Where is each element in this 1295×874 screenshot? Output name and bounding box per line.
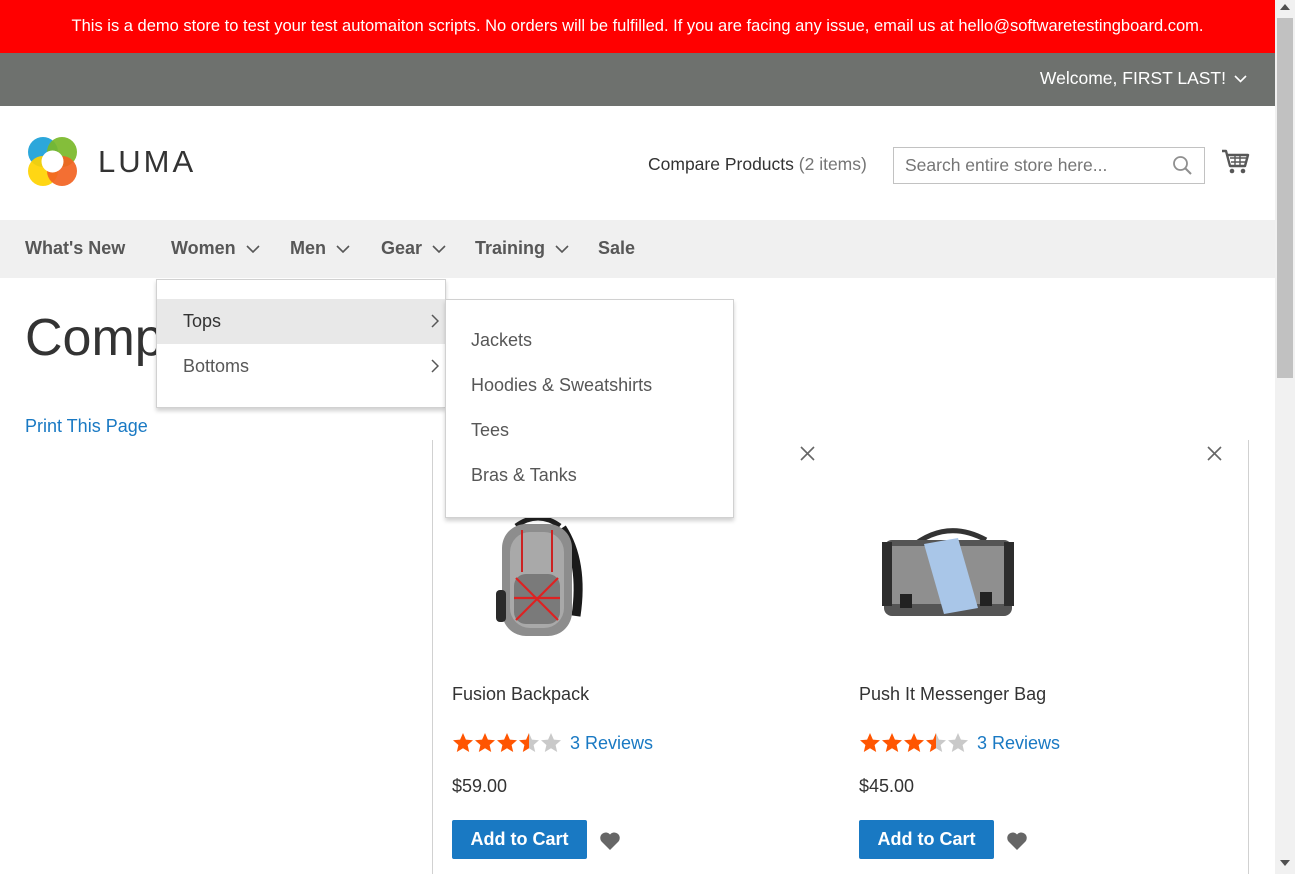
reviews-link[interactable]: 3 Reviews (977, 733, 1060, 754)
compare-products-link[interactable]: Compare Products (2 items) (648, 154, 867, 175)
customer-welcome-menu[interactable]: Welcome, FIRST LAST! (1040, 68, 1247, 89)
submenu-item-tops[interactable]: Tops (157, 299, 445, 344)
submenu-label: Bottoms (183, 356, 250, 376)
demo-notice-banner: This is a demo store to test your test a… (0, 0, 1275, 53)
luma-logo[interactable]: LUMA (25, 134, 196, 189)
page-scrollbar[interactable] (1275, 0, 1295, 874)
product-name[interactable]: Fusion Backpack (452, 684, 589, 705)
compare-table-divider (432, 440, 433, 874)
add-to-cart-button[interactable]: Add to Cart (452, 820, 587, 859)
nav-label: What's New (25, 238, 126, 258)
women-submenu: Tops Bottoms (156, 279, 446, 408)
submenu-label: Tops (183, 311, 222, 331)
reviews-link[interactable]: 3 Reviews (570, 733, 653, 754)
submenu-item-bottoms[interactable]: Bottoms (157, 344, 445, 389)
welcome-text: Welcome, FIRST LAST! (1039, 68, 1226, 88)
scroll-down-arrow-icon[interactable] (1280, 860, 1290, 866)
product-price: $45.00 (859, 776, 915, 796)
chevron-right-icon (431, 314, 439, 328)
nav-women[interactable]: Women (171, 238, 260, 259)
submenu-item-tees[interactable]: Tees (471, 420, 509, 441)
nav-label: Women (171, 238, 236, 258)
luma-logo-icon (28, 137, 77, 186)
top-bar: Welcome, FIRST LAST! (0, 53, 1275, 106)
compare-table-divider (1248, 440, 1249, 874)
nav-gear[interactable]: Gear (381, 238, 446, 259)
submenu-item-hoodies[interactable]: Hoodies & Sweatshirts (471, 375, 652, 396)
search-input[interactable] (893, 147, 1205, 184)
scroll-up-arrow-icon[interactable] (1280, 4, 1290, 10)
search-icon[interactable] (1172, 155, 1193, 176)
chevron-down-icon (336, 244, 350, 253)
chevron-down-icon (246, 244, 260, 253)
wishlist-heart-icon[interactable] (1006, 831, 1028, 851)
demo-notice-text: This is a demo store to test your test a… (71, 17, 1204, 35)
add-to-cart-button[interactable]: Add to Cart (859, 820, 994, 859)
compare-label: Compare Products (648, 154, 794, 174)
product-name[interactable]: Push It Messenger Bag (859, 684, 1046, 705)
nav-label: Gear (381, 238, 423, 258)
nav-sale[interactable]: Sale (598, 238, 635, 259)
chevron-down-icon (432, 244, 446, 253)
submenu-item-bras-tanks[interactable]: Bras & Tanks (471, 465, 577, 486)
nav-whats-new[interactable]: What's New (25, 238, 125, 259)
main-navigation: What's New Women Men Gear Training Sale (0, 220, 1275, 278)
cart-icon[interactable] (1221, 149, 1250, 175)
wishlist-heart-icon[interactable] (599, 831, 621, 851)
nav-label: Sale (598, 238, 636, 258)
product-image-messenger-bag[interactable] (880, 522, 1014, 622)
submenu-item-jackets[interactable]: Jackets (471, 330, 532, 351)
nav-men[interactable]: Men (290, 238, 350, 259)
rating-stars-icon (453, 733, 561, 752)
tops-submenu: Jackets Hoodies & Sweatshirts Tees Bras … (445, 299, 734, 518)
nav-training[interactable]: Training (475, 238, 569, 259)
nav-label: Training (475, 238, 546, 258)
compare-count: (2 items) (798, 154, 867, 174)
nav-label: Men (290, 238, 326, 258)
product-price: $59.00 (452, 776, 508, 796)
product-image-backpack[interactable] (486, 512, 590, 640)
chevron-down-icon (555, 244, 569, 253)
print-page-link[interactable]: Print This Page (25, 416, 148, 437)
remove-product-icon[interactable] (1207, 446, 1222, 461)
chevron-right-icon (431, 359, 439, 373)
page-header: LUMA Compare Products (2 items) (0, 106, 1275, 220)
rating-stars-icon (860, 733, 968, 752)
product-rating: 3 Reviews (452, 732, 653, 754)
logo-text: LUMA (98, 143, 197, 179)
product-rating: 3 Reviews (859, 732, 1060, 754)
remove-product-icon[interactable] (800, 446, 815, 461)
chevron-down-icon (1234, 74, 1247, 83)
scrollbar-thumb[interactable] (1277, 18, 1293, 378)
